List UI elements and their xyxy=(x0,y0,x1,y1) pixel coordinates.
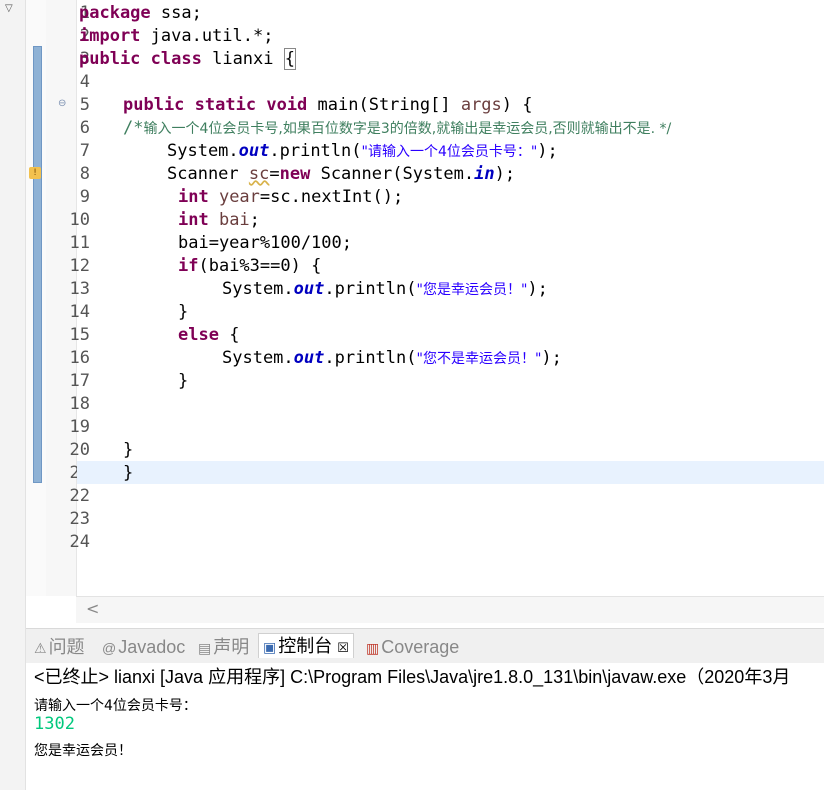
tab-problems[interactable]: ⚠ 问题 xyxy=(34,635,85,659)
close-icon[interactable]: ☒ xyxy=(337,640,349,655)
horizontal-scrollbar[interactable]: < xyxy=(76,596,824,623)
code-line-6: /*输入一个4位会员卡号,如果百位数字是3的倍数,就输出是幸运会员,否则就输出不… xyxy=(123,118,672,138)
code-line-11: bai=year%100/100; xyxy=(178,233,352,253)
code-line-15: else { xyxy=(178,325,240,345)
problems-icon: ⚠ xyxy=(34,640,47,656)
overview-ruler xyxy=(26,0,46,596)
code-line-14: } xyxy=(178,302,189,322)
code-line-5: public static void main(String[] args) { xyxy=(123,95,533,115)
code-line-16: System.out.println("您不是幸运会员！"); xyxy=(222,348,562,368)
tab-javadoc[interactable]: @ Javadoc xyxy=(102,635,185,659)
console-panel[interactable]: <已终止> lianxi [Java 应用程序] C:\Program File… xyxy=(26,663,824,790)
left-gutter-strip: ▽ xyxy=(0,0,26,790)
code-line-17: } xyxy=(178,371,189,391)
code-line-13: System.out.println("您是幸运会员！"); xyxy=(222,279,548,299)
code-line-10: int bai; xyxy=(178,210,260,230)
code-area[interactable]: package ssa; import java.util.*; public … xyxy=(77,0,824,596)
tab-coverage[interactable]: ▥ Coverage xyxy=(366,635,459,659)
line-numbers: 123456789101112131415161718192021222324 xyxy=(46,0,90,596)
console-input: 1302 xyxy=(34,714,75,734)
fold-icon[interactable]: ⊖ xyxy=(58,98,66,109)
code-line-12: if(bai%3==0) { xyxy=(178,256,322,276)
console-output: 您是幸运会员！ xyxy=(34,743,132,759)
bottom-panel-tabs: ⚠ 问题 @ Javadoc ▤ 声明 ▣ 控制台 ☒ ▥ Coverage xyxy=(26,628,824,664)
code-line-7: System.out.println("请输入一个4位会员卡号："); xyxy=(167,141,558,161)
declaration-icon: ▤ xyxy=(198,640,212,656)
chevron-down-icon[interactable]: ▽ xyxy=(5,3,13,14)
code-line-2: import java.util.*; xyxy=(79,26,274,46)
coverage-icon: ▥ xyxy=(366,640,380,656)
at-icon: @ xyxy=(102,640,117,656)
scroll-left-icon[interactable]: < xyxy=(86,599,99,618)
code-editor[interactable]: ! 12345678910111213141516171819202122232… xyxy=(26,0,824,623)
code-line-1: package ssa; xyxy=(79,3,202,23)
console-icon: ▣ xyxy=(263,639,277,655)
tab-declaration[interactable]: ▤ 声明 xyxy=(198,635,249,659)
warning-icon[interactable]: ! xyxy=(29,167,41,179)
code-line-20: } xyxy=(123,440,134,460)
code-line-8: Scanner sc=new Scanner(System.in); xyxy=(167,164,516,184)
change-marker xyxy=(33,46,42,483)
code-line-3: public class lianxi { xyxy=(79,48,296,70)
console-prompt: 请输入一个4位会员卡号： xyxy=(34,698,197,714)
code-line-21: } xyxy=(123,463,134,483)
console-header: <已终止> lianxi [Java 应用程序] C:\Program File… xyxy=(34,667,791,687)
code-line-9: int year=sc.nextInt(); xyxy=(178,187,404,207)
tab-console[interactable]: ▣ 控制台 ☒ xyxy=(258,633,354,658)
